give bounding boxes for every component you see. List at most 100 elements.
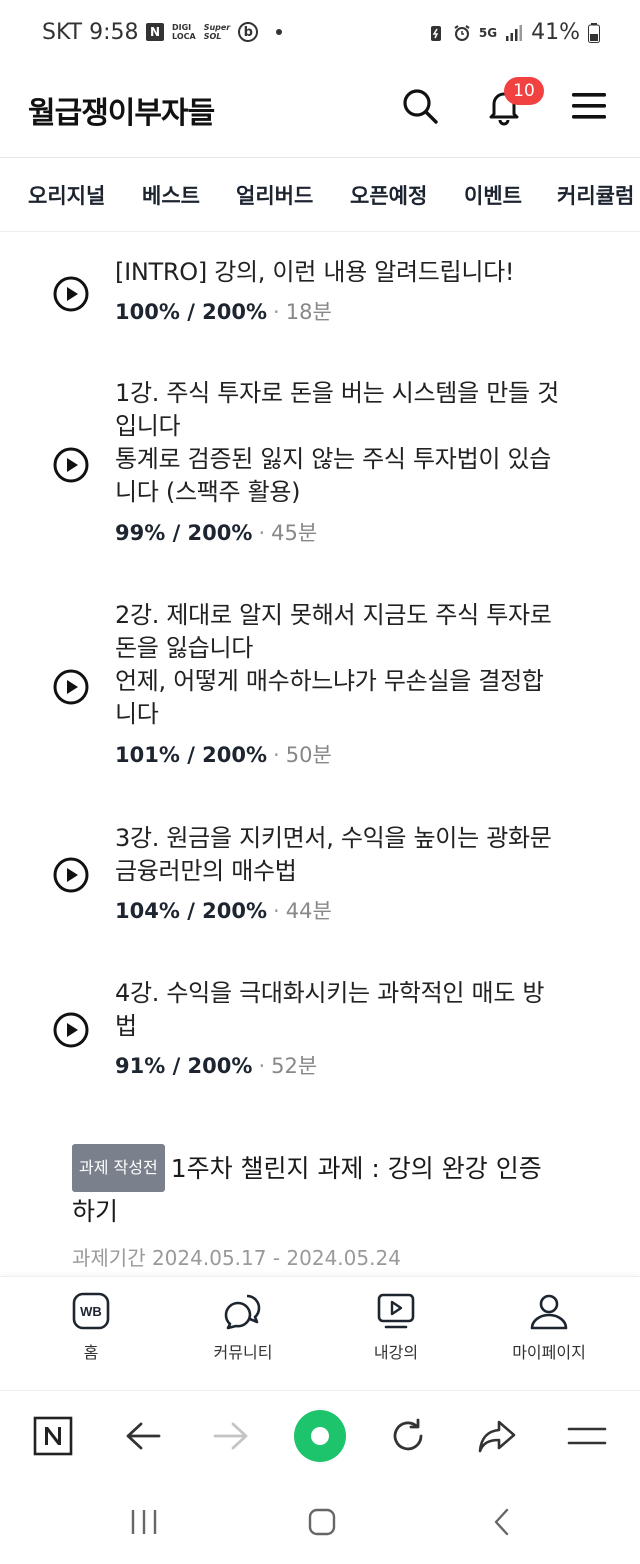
user-icon [530,1294,568,1330]
lesson-item[interactable]: 4강. 수익을 극대화시키는 과학적인 매도 방 법 91% / 200% · 52… [0,977,640,1087]
assignment-card[interactable]: 과제 작성전 1주차 챌린지 과제 : 강의 완강 인증 하기 과제기간 2024… [72,1144,612,1271]
browser-toolbar [0,1390,640,1480]
lesson-progress: 91% / 200% [115,1054,253,1078]
lesson-progress: 104% / 200% [115,899,268,923]
play-video-icon [377,1293,415,1329]
home-button[interactable] [302,1502,342,1542]
naver-home-button[interactable] [26,1409,80,1463]
nav-my-lectures-label: 내강의 [373,1343,419,1362]
share-button[interactable] [470,1409,524,1463]
assignment-period: 과제기간 2024.05.17 - 2024.05.24 [72,1246,401,1270]
lesson-meta: 101% / 200% · 50분 [115,740,332,770]
refresh-icon [393,1418,423,1451]
nav-community-label: 커뮤니티 [213,1343,273,1362]
lesson-duration: 45분 [271,521,318,545]
home-square-icon [308,1508,336,1536]
play-circle-icon[interactable] [53,447,89,483]
wb-icon-text: WB [80,1304,102,1319]
tab-event[interactable]: 이벤트 [464,180,522,210]
separator-dot: · [273,899,280,923]
separator-dot: · [273,300,280,324]
recent-apps-button[interactable] [124,1502,164,1542]
lesson-progress: 99% / 200% [115,521,253,545]
chevron-left-icon [494,1508,509,1536]
lesson-duration: 50분 [285,743,332,767]
status-right: 5G 41% [427,20,600,45]
android-nav-bar [0,1480,640,1564]
carrier-time: SKT 9:58 [42,20,139,45]
alarm-icon [454,24,470,41]
green-dot-icon [294,1410,346,1462]
refresh-button[interactable] [381,1409,435,1463]
lesson-title: 1강. 주식 투자로 돈을 버는 시스템을 만들 것 입니다 통계로 검증된 잃… [115,379,559,506]
lesson-duration: 18분 [285,300,332,324]
nav-home[interactable]: WB 홈 [31,1291,151,1363]
site-logo[interactable]: 월급쟁이부자들 [28,88,215,132]
network-5g: 5G [478,25,498,40]
tab-best[interactable]: 베스트 [142,180,200,210]
play-circle-icon[interactable] [53,276,89,312]
nav-home-label: 홈 [83,1343,99,1362]
lesson-duration: 52분 [271,1054,318,1078]
back-button[interactable] [116,1409,170,1463]
lesson-item[interactable]: [INTRO] 강의, 이런 내용 알려드립니다! 100% / 200% · 18… [0,256,640,336]
separator-dot: · [258,521,266,545]
tab-curriculum[interactable]: 커리큘럼 [557,180,634,210]
sol-text: SOL [203,32,222,41]
lesson-meta: 100% / 200% · 18분 [115,297,332,327]
forward-button[interactable] [204,1409,258,1463]
digiloca-status-icon: DIGI LOCA [172,23,196,41]
nav-my-page-label: 마이페이지 [512,1343,586,1362]
naver-n-icon [33,1416,73,1456]
status-bar: SKT 9:58 N DIGI LOCA Super SOL b 5G 41% [0,0,640,68]
lesson-title: [INTRO] 강의, 이런 내용 알려드립니다! [115,258,515,286]
lesson-item[interactable]: 1강. 주식 투자로 돈을 버는 시스템을 만들 것 입니다 통계로 검증된 잃… [0,377,640,557]
play-circle-icon[interactable] [53,1012,89,1048]
recent-apps-icon [131,1510,157,1534]
lesson-meta: 91% / 200% · 52분 [115,1051,317,1081]
tab-open-soon[interactable]: 오픈예정 [350,180,427,210]
nav-community[interactable]: 커뮤니티 [183,1291,303,1363]
nav-my-page[interactable]: 마이페이지 [489,1291,609,1363]
lesson-progress: 101% / 200% [115,743,268,767]
signal-icon [506,24,523,41]
bottom-nav: WB 홈 커뮤니티 내강의 마이페이지 [0,1276,640,1390]
battery-text: 41% [531,20,580,45]
notification-count-badge: 10 [504,77,544,105]
chat-bubbles-icon [224,1294,261,1330]
status-notification-icons: N DIGI LOCA Super SOL b [146,22,283,42]
separator-dot: · [258,1054,266,1078]
browser-menu-button[interactable] [560,1409,614,1463]
assignment-title-row: 과제 작성전 1주차 챌린지 과제 : 강의 완강 인증 하기 [72,1144,612,1232]
assignment-status-tag: 과제 작성전 [72,1144,165,1192]
search-icon [403,89,438,124]
lesson-meta: 104% / 200% · 44분 [115,896,332,926]
super-text: Super [203,23,231,32]
more-notifications-dot [276,29,283,35]
menu-button[interactable] [567,84,611,128]
back-arrow-icon [126,1422,161,1450]
digi-text: DIGI [172,23,192,32]
nav-my-lectures[interactable]: 내강의 [336,1291,456,1363]
menu-lines-icon [567,1427,607,1445]
menu-icon [572,93,606,119]
lesson-item[interactable]: 2강. 제대로 알지 못해서 지금도 주식 투자로 돈을 잃습니다 언제, 어떻… [0,599,640,779]
battery-icon [588,22,600,43]
wb-home-icon: WB [72,1292,110,1330]
tab-original[interactable]: 오리지널 [28,180,105,210]
share-icon [478,1420,516,1453]
play-circle-icon[interactable] [53,669,89,705]
search-button[interactable] [398,84,442,128]
lesson-title: 3강. 원금을 지키면서, 수익을 높이는 광화문 금융러만의 매수법 [115,824,552,885]
lesson-title: 2강. 제대로 알지 못해서 지금도 주식 투자로 돈을 잃습니다 언제, 어떻… [115,601,552,728]
system-back-button[interactable] [482,1502,522,1542]
separator-dot: · [273,743,280,767]
forward-arrow-icon [213,1422,248,1450]
lesson-title: 4강. 수익을 극대화시키는 과학적인 매도 방 법 [115,979,545,1040]
loca-text: LOCA [172,32,196,41]
play-circle-icon[interactable] [53,857,89,893]
category-tabs: 오리지널 베스트 얼리버드 오픈예정 이벤트 커리큘럼 [0,158,640,232]
lesson-item[interactable]: 3강. 원금을 지키면서, 수익을 높이는 광화문 금융러만의 매수법 104%… [0,822,640,932]
tab-early-bird[interactable]: 얼리버드 [236,180,313,210]
green-dot-button[interactable] [293,1409,347,1463]
